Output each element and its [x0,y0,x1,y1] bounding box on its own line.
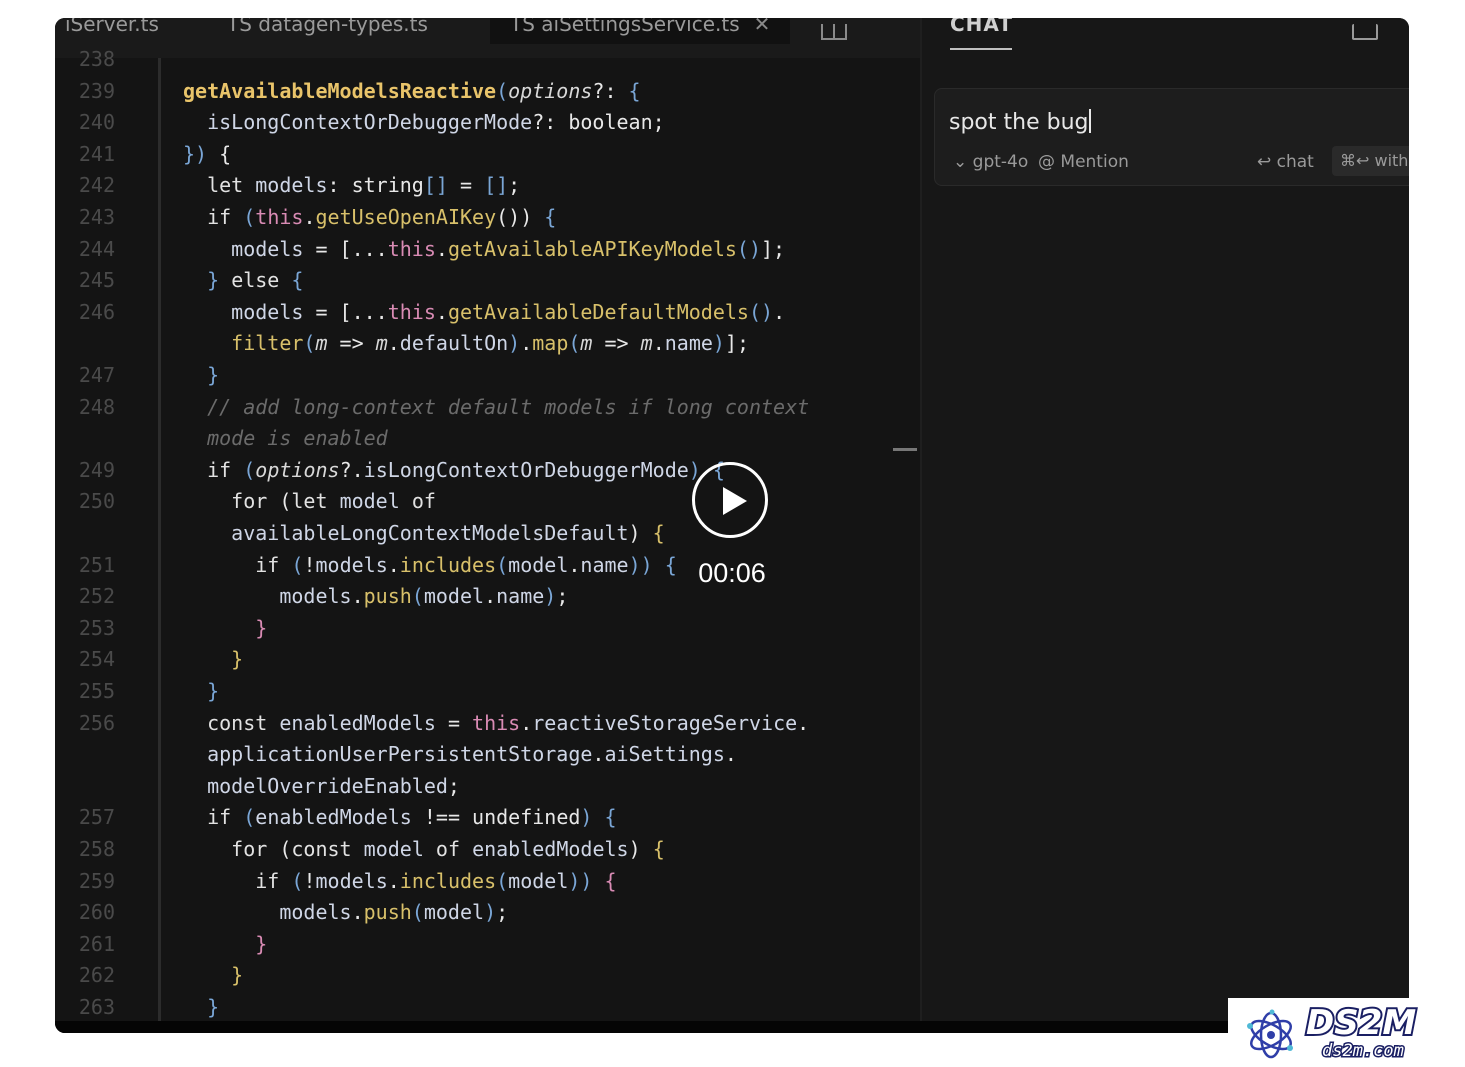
line-number: 241 [78,141,115,166]
code-text: for (const model of enabledModels) { [231,837,665,861]
code-text: isLongContextOrDebuggerMode?: boolean; [207,110,665,135]
code-text: models.push(model); [279,900,509,925]
tab-label: iServer.ts [65,18,159,36]
code-text: getAvailableModelsReactive(options?: { [183,78,641,103]
code-text: } [207,995,220,1019]
line-number: 243 [78,205,115,229]
code-text: availableLongContextModelsDefault) { [231,521,665,545]
code-text: if (!models.includes(model)) { [255,868,617,893]
line-number: 255 [78,679,115,703]
code-text: } [255,931,268,956]
play-icon[interactable] [692,462,768,538]
line-number: 257 [78,805,115,830]
tab-label: TS aiSettingsService.ts [510,18,740,36]
code-text: applicationUserPersistentStorage.aiSetti… [207,742,737,767]
code-text: models = [...this.getAvailableDefaultMod… [231,299,786,324]
chat-input[interactable]: spot the bug [949,109,1092,135]
model-label: gpt-4o [972,152,1029,172]
line-number: 258 [78,837,115,861]
line-number: 260 [78,900,115,925]
line-number: 240 [78,110,115,135]
tab-server[interactable]: iServer.ts [55,18,169,44]
mention-button[interactable]: @ Mention [1038,152,1129,172]
code-text: for (let model of [231,489,436,514]
code-text: // add long-context default models if lo… [207,394,810,419]
line-number: 252 [78,584,115,609]
code-text: if (enabledModels !== undefined) { [207,805,617,830]
code-text: } [231,963,244,988]
editor-tab-bar: iServer.ts TS datagen-types.ts TS aiSett… [55,18,920,58]
tab-label: TS datagen-types.ts [227,18,428,36]
tab-datagen-types[interactable]: TS datagen-types.ts [227,18,428,44]
watermark-wordmark: DS2M ds2m.com [1304,1001,1418,1063]
code-text: } [207,679,220,703]
submit-with-codebase-button[interactable]: ⌘↩ with [1332,146,1409,176]
close-icon[interactable]: ✕ [754,18,771,36]
watermark-brand: DS2M [1306,1003,1416,1043]
chevron-down-icon: ⌄ [953,152,968,172]
watermark-domain: ds2m.com [1322,1041,1404,1061]
chat-tab-underline [950,48,1012,50]
code-text: models.push(model.name); [279,584,569,609]
text-caret [1089,109,1092,133]
chat-panel: CHAT spot the bug ⌄ gpt-4o @ Mention ↩ c… [922,18,1409,1033]
line-number: 250 [78,489,115,514]
line-number: 249 [78,457,115,482]
scrollbar-thumb[interactable] [893,448,917,451]
line-number: 247 [78,363,115,387]
line-number: 242 [78,173,115,198]
code-editor[interactable]: iServer.ts TS datagen-types.ts TS aiSett… [55,18,920,1033]
line-number: 256 [78,710,115,735]
line-number: 245 [78,268,115,293]
code-text: if (!models.includes(model.name)) { [255,552,677,577]
code-text: if (options?.isLongContextOrDebuggerMode… [207,457,725,482]
line-number: 248 [78,394,115,419]
code-text: mode is enabled [207,426,388,451]
chat-title[interactable]: CHAT [950,18,1013,36]
code-text: } [231,647,244,672]
player-progress-bar[interactable] [55,1021,1409,1033]
line-number: 251 [78,552,115,577]
code-text: modelOverrideEnabled; [207,773,460,798]
chat-submit-button[interactable]: ↩ chat [1257,152,1314,172]
atom-logo-icon [1247,1009,1293,1059]
code-text: const enabledModels = this.reactiveStora… [207,710,810,735]
line-number: 259 [78,868,115,893]
history-icon[interactable] [1352,24,1378,40]
chat-input-value: spot the bug [949,110,1089,135]
line-number: 239 [78,78,115,103]
code-text: } else { [207,268,304,293]
code-text: let models: string[] = []; [207,173,521,198]
line-number: 263 [78,995,115,1019]
watermark-logo: DS2M ds2m.com [1228,998,1465,1067]
model-selector[interactable]: ⌄ gpt-4o [953,152,1028,172]
line-number: 244 [78,236,115,261]
line-number: 261 [78,931,115,956]
line-number: 253 [78,615,115,640]
code-text: } [207,363,220,387]
code-text: } [255,615,268,640]
code-text: if (this.getUseOpenAIKey()) { [207,205,557,229]
line-number: 238 [78,47,115,71]
line-number: 254 [78,647,115,672]
indent-guide [158,58,161,1033]
code-text: filter(m => m.defaultOn).map(m => m.name… [231,331,750,356]
chat-input-box[interactable]: spot the bug ⌄ gpt-4o @ Mention ↩ chat ⌘… [934,88,1409,186]
line-number: 246 [78,299,115,324]
tab-ai-settings-service[interactable]: TS aiSettingsService.ts ✕ [490,18,791,44]
split-editor-icon[interactable] [821,24,847,40]
code-text: models = [...this.getAvailableAPIKeyMode… [231,236,786,261]
line-number: 262 [78,963,115,988]
video-timecode: 00:06 [698,558,766,588]
code-text: }) { [183,141,232,166]
